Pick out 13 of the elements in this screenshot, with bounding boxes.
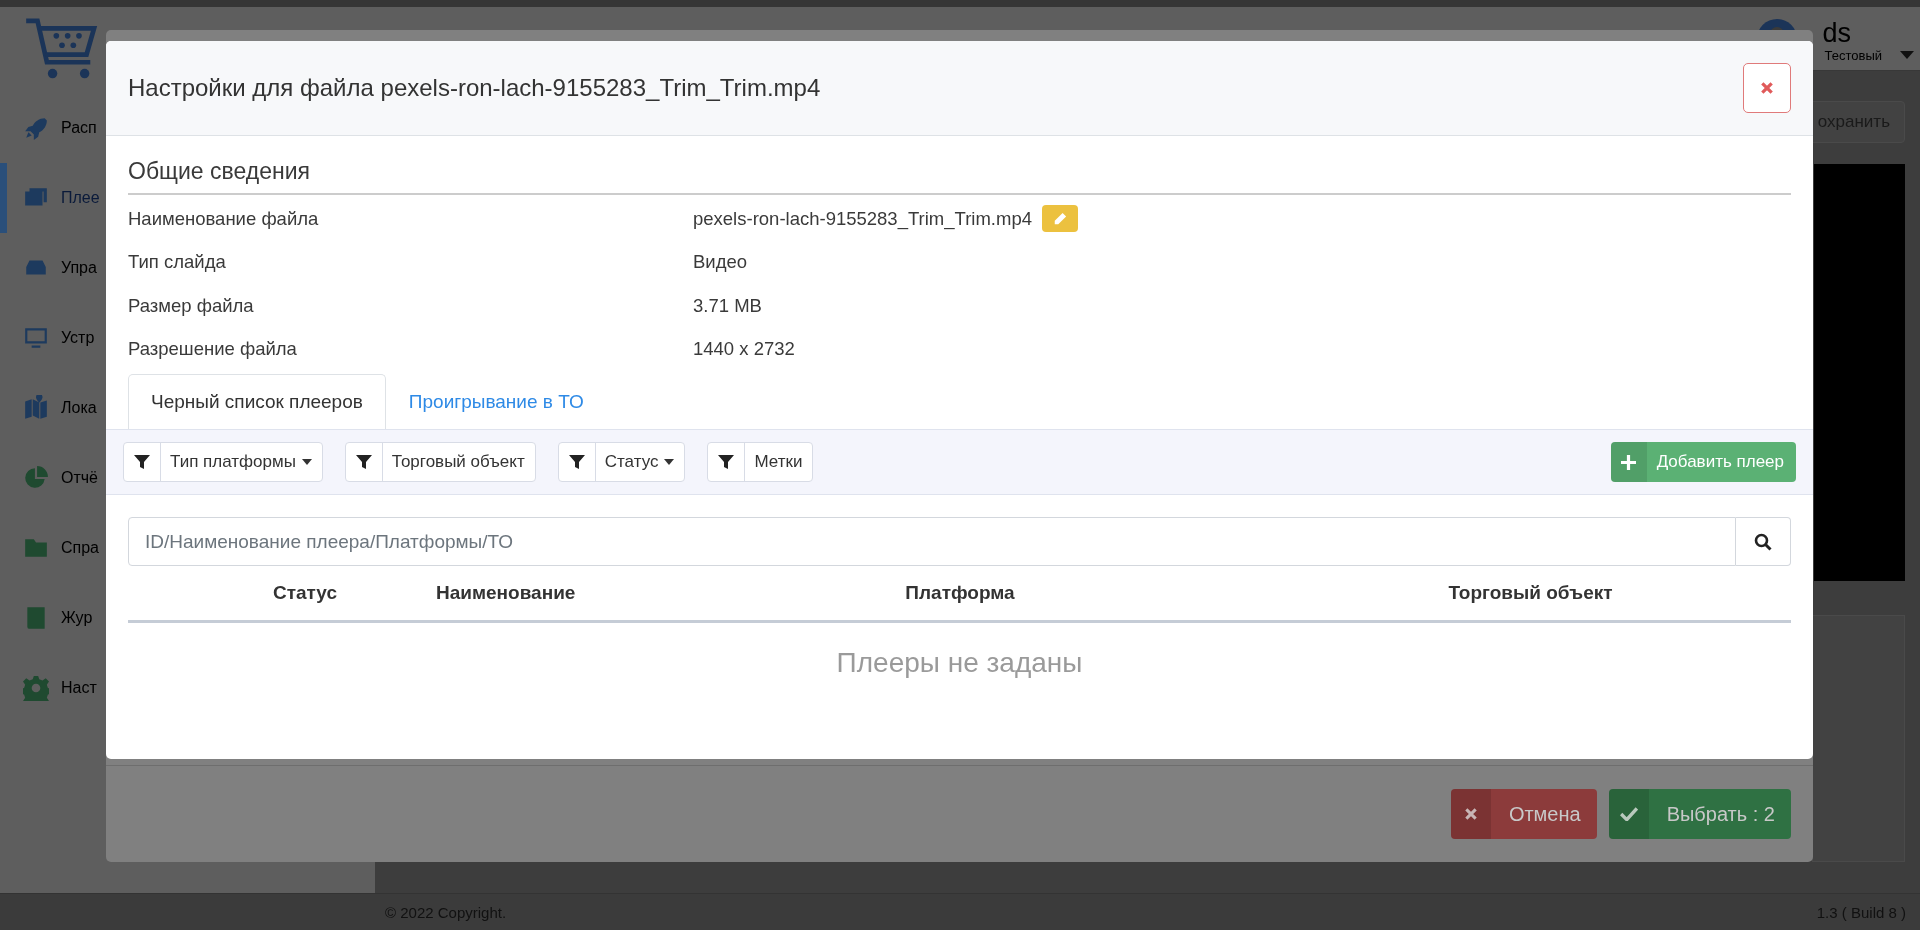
field-label: Наименование файла <box>128 207 320 230</box>
field-value: pexels-ron-lach-9155283_Trim_Trim.mp4 <box>693 207 1032 230</box>
field-value: 3.71 MB <box>693 294 762 317</box>
dialog-title: Настройки для файла pexels-ron-lach-9155283_Trim_Trim.mp4 <box>128 74 821 102</box>
field-label: Размер файла <box>128 294 255 317</box>
section-title: Общие сведения <box>128 158 1791 195</box>
field-value: Видео <box>693 251 748 274</box>
field-label: Разрешение файла <box>128 338 298 361</box>
empty-message: Плееры не заданы <box>836 647 1083 680</box>
user-name: ds <box>1822 19 1853 47</box>
field-value: 1440 x 2732 <box>693 338 795 361</box>
user-role: Тестовый <box>1824 48 1882 63</box>
field-label: Тип слайда <box>128 251 227 274</box>
